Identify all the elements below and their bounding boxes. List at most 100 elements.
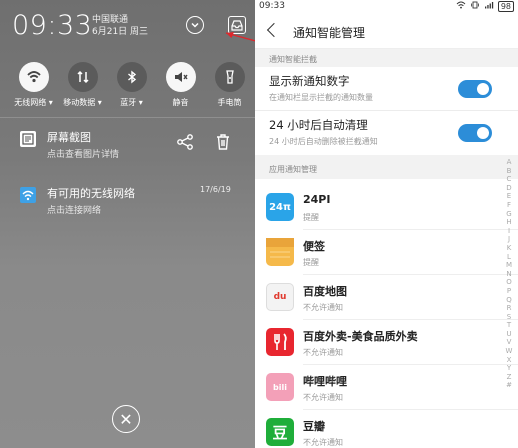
index-letter[interactable]: T bbox=[507, 321, 511, 330]
setting-subtitle: 在通知栏显示拦截的通知数量 bbox=[269, 93, 373, 102]
shade-divider bbox=[0, 117, 255, 118]
tile-label-flashlight: 手电筒 bbox=[217, 98, 242, 107]
index-letter[interactable]: F bbox=[507, 201, 511, 210]
setting-title: 24 小时后自动清理 bbox=[269, 118, 368, 132]
app-status: 提醒 bbox=[303, 213, 319, 222]
status-bar: 09:33 98 bbox=[255, 0, 518, 13]
bluetooth-icon bbox=[116, 62, 147, 92]
index-letter[interactable]: U bbox=[506, 330, 511, 339]
status-icons: 98 bbox=[456, 1, 514, 12]
section-header-apps: 应用通知管理 bbox=[255, 155, 518, 179]
index-letter[interactable]: J bbox=[508, 235, 510, 244]
back-arrow-icon[interactable] bbox=[266, 22, 282, 38]
wifi-available-icon bbox=[20, 187, 36, 203]
mute-icon bbox=[165, 62, 196, 92]
index-letter[interactable]: D bbox=[506, 184, 511, 193]
mobile-data-icon bbox=[67, 62, 98, 92]
index-letter[interactable]: P bbox=[507, 287, 511, 296]
setting-title: 显示新通知数字 bbox=[269, 74, 350, 88]
tile-mute[interactable]: 静音 bbox=[157, 62, 204, 108]
wifi-icon bbox=[18, 62, 49, 92]
index-letter[interactable]: S bbox=[507, 313, 511, 322]
index-letter[interactable]: Y bbox=[507, 364, 511, 373]
24pi-icon: 24π bbox=[266, 193, 294, 221]
index-letter[interactable]: # bbox=[506, 381, 512, 390]
index-letter[interactable]: H bbox=[506, 218, 511, 227]
baidu-map-icon: du bbox=[266, 283, 294, 311]
carrier-info: 中国联通 6月21日 周三 bbox=[92, 14, 148, 38]
app-status: 不允许通知 bbox=[303, 303, 343, 312]
index-letter[interactable]: L bbox=[507, 253, 511, 262]
index-letter[interactable]: Q bbox=[506, 296, 512, 305]
close-icon: ✕ bbox=[119, 409, 133, 429]
index-letter[interactable]: Z bbox=[507, 373, 512, 382]
index-letter[interactable]: C bbox=[507, 175, 512, 184]
share-icon[interactable] bbox=[176, 133, 194, 151]
shade-time: 09:33 bbox=[12, 10, 93, 41]
bilibili-icon: bili bbox=[266, 373, 294, 401]
index-letter[interactable]: N bbox=[506, 270, 511, 279]
index-letter[interactable]: R bbox=[507, 304, 512, 313]
section-header-interception: 通知智能拦截 bbox=[255, 49, 518, 67]
app-row-24pi[interactable]: 24π 24PI 提醒 bbox=[255, 185, 518, 230]
setting-row-auto-clean[interactable]: 24 小时后自动清理 24 小时后自动删除被拦截通知 bbox=[255, 111, 518, 155]
index-letter[interactable]: E bbox=[507, 192, 511, 201]
index-letter[interactable]: W bbox=[506, 347, 513, 356]
app-icon-glyph: 豆 bbox=[272, 423, 288, 442]
auto-clean-toggle[interactable] bbox=[458, 124, 492, 142]
notification-time: 17/6/19 bbox=[200, 185, 231, 194]
baidu-waimai-icon bbox=[266, 328, 294, 356]
index-letter[interactable]: G bbox=[506, 210, 511, 219]
app-icon-glyph: bili bbox=[273, 382, 287, 392]
app-row-bilibili[interactable]: bili 哔哩哔哩 不允许通知 bbox=[255, 365, 518, 410]
vibrate-icon bbox=[470, 1, 480, 12]
app-name: 24PI bbox=[303, 193, 331, 206]
app-name: 便签 bbox=[303, 240, 325, 253]
page-title: 通知智能管理 bbox=[293, 26, 366, 40]
app-row-douban[interactable]: 豆 豆瓣 不允许通知 bbox=[255, 410, 518, 448]
tile-flashlight[interactable]: 手电筒 bbox=[206, 62, 253, 108]
index-letter[interactable]: V bbox=[507, 338, 512, 347]
tile-mobile-data[interactable]: 移动数据 ▾ bbox=[59, 62, 106, 108]
index-letter[interactable]: I bbox=[508, 227, 510, 236]
tile-label-bluetooth: 蓝牙 ▾ bbox=[120, 98, 143, 107]
title-bar: 通知智能管理 bbox=[255, 13, 518, 49]
index-letter[interactable]: M bbox=[506, 261, 512, 270]
index-letter[interactable]: B bbox=[507, 167, 512, 176]
screenshot-icon bbox=[20, 131, 36, 147]
alphabet-index[interactable]: A B C D E F G H I J K L M N O P Q R S T U V W X Y Z # bbox=[504, 158, 514, 390]
notes-icon bbox=[266, 238, 294, 266]
app-status: 不允许通知 bbox=[303, 348, 343, 357]
index-letter[interactable]: X bbox=[507, 356, 512, 365]
close-shade-button[interactable]: ✕ bbox=[112, 405, 140, 433]
delete-icon[interactable] bbox=[214, 133, 232, 151]
tile-label-mute: 静音 bbox=[172, 98, 189, 107]
setting-subtitle: 24 小时后自动删除被拦截通知 bbox=[269, 137, 378, 146]
tile-bluetooth[interactable]: 蓝牙 ▾ bbox=[108, 62, 155, 108]
app-name: 百度地图 bbox=[303, 285, 347, 298]
notification-title: 屏幕截图 bbox=[47, 131, 91, 144]
app-row-baidu-waimai[interactable]: 百度外卖-美食品质外卖 不允许通知 bbox=[255, 320, 518, 365]
signal-icon bbox=[484, 1, 494, 12]
app-row-baidu-map[interactable]: du 百度地图 不允许通知 bbox=[255, 275, 518, 320]
show-count-toggle[interactable] bbox=[458, 80, 492, 98]
tile-wifi[interactable]: 无线网络 ▾ bbox=[10, 62, 57, 108]
index-letter[interactable]: A bbox=[507, 158, 512, 167]
index-letter[interactable]: K bbox=[507, 244, 512, 253]
tile-label-wifi: 无线网络 ▾ bbox=[14, 98, 53, 107]
douban-icon: 豆 bbox=[266, 418, 294, 446]
app-name: 哔哩哔哩 bbox=[303, 375, 347, 388]
index-letter[interactable]: O bbox=[506, 278, 512, 287]
setting-row-show-count[interactable]: 显示新通知数字 在通知栏显示拦截的通知数量 bbox=[255, 67, 518, 111]
notification-shade: 09:33 中国联通 6月21日 周三 无线网络 ▾ 移动数据 ▾ 蓝牙 ▾ 静… bbox=[0, 0, 255, 448]
app-row-notes[interactable]: 便签 提醒 bbox=[255, 230, 518, 275]
status-time: 09:33 bbox=[259, 1, 285, 11]
app-name: 百度外卖-美食品质外卖 bbox=[303, 330, 418, 343]
app-icon-glyph: du bbox=[273, 292, 287, 302]
app-status: 提醒 bbox=[303, 258, 319, 267]
shade-date: 6月21日 周三 bbox=[92, 27, 149, 37]
notification-settings-screen: 09:33 98 通知智能管理 通知智能拦截 显示新通知数字 在通知栏显示拦截的… bbox=[255, 0, 518, 448]
quick-settings-tiles: 无线网络 ▾ 移动数据 ▾ 蓝牙 ▾ 静音 手电筒 bbox=[0, 62, 255, 108]
app-icon-glyph: 24π bbox=[269, 201, 291, 213]
expand-chevron-icon[interactable] bbox=[186, 16, 204, 34]
